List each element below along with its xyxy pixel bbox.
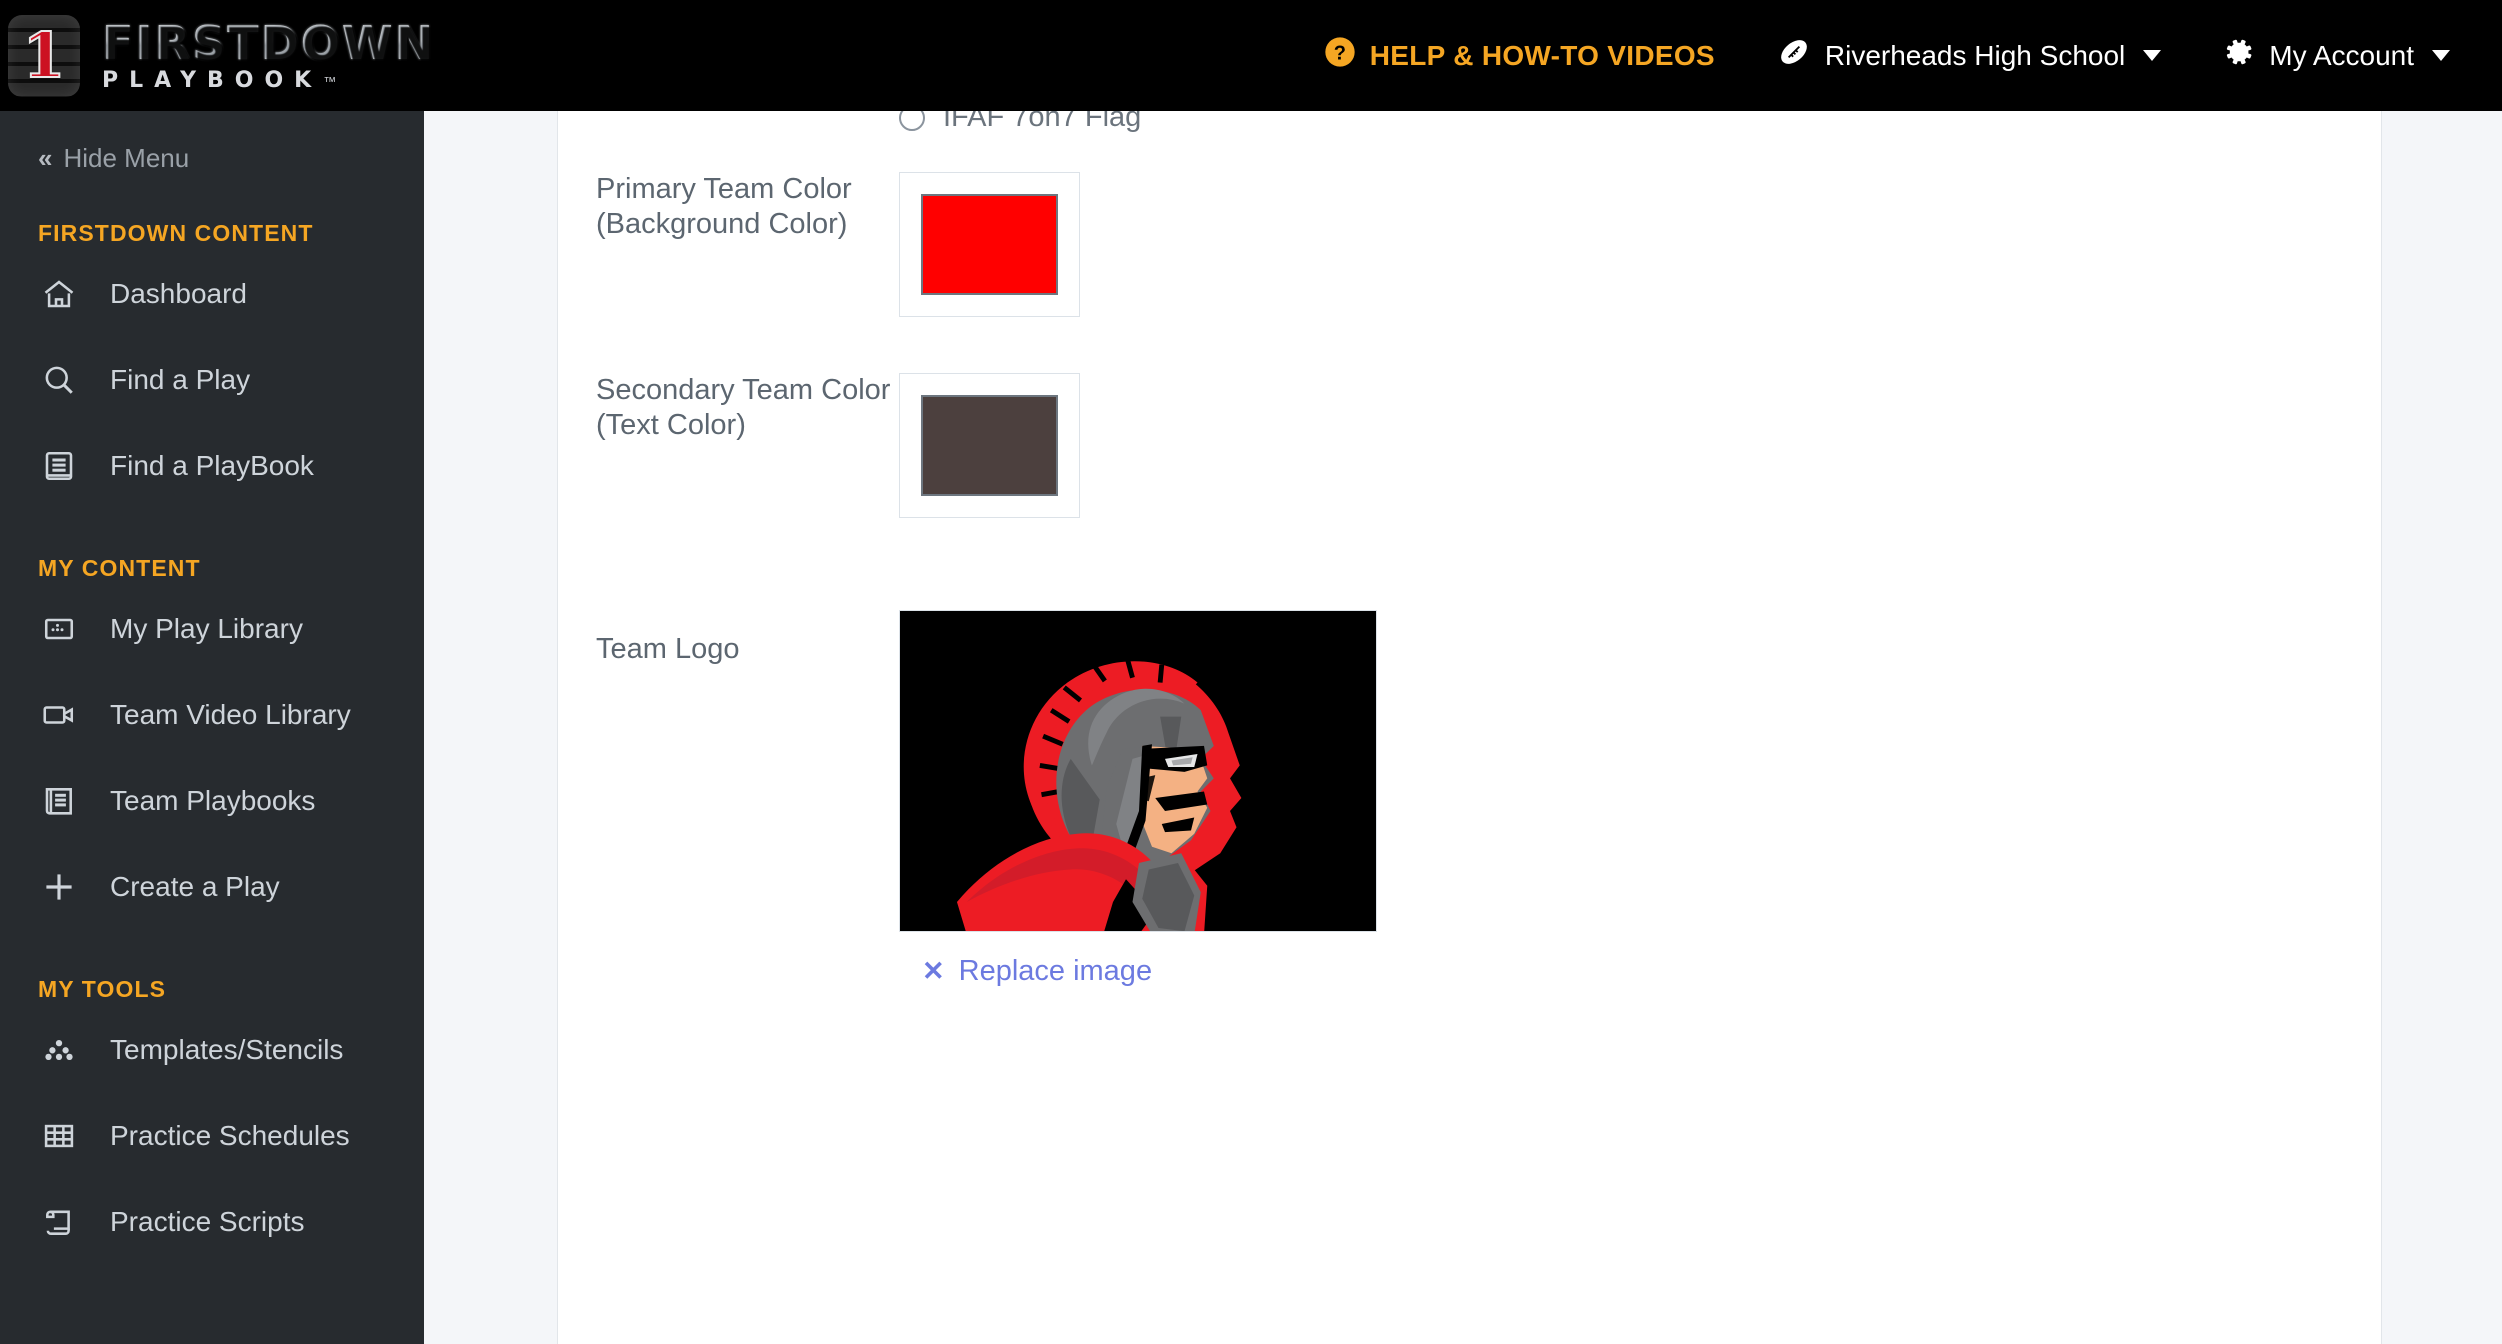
team-settings-form: IFAF 7on7 Flag Primary Team Color (Backg…: [558, 111, 2381, 1344]
book-icon: [38, 445, 80, 487]
league-type-row: IFAF 7on7 Flag: [558, 111, 2381, 134]
search-icon: [38, 359, 80, 401]
playbook-icon: [38, 780, 80, 822]
radio-label: IFAF 7on7 Flag: [943, 111, 1142, 133]
stencil-dots-icon: [38, 1029, 80, 1071]
chevron-down-icon: [2143, 50, 2162, 61]
sidebar-item-label: Team Video Library: [110, 699, 351, 730]
brand-word-bottom: PLAYBOOK: [102, 67, 323, 93]
radio-ifaf-7on7-flag[interactable]: IFAF 7on7 Flag: [899, 111, 1141, 134]
hide-menu-button[interactable]: « Hide Menu: [0, 111, 424, 174]
team-switcher-dropdown[interactable]: Riverheads High School: [1777, 35, 2162, 76]
secondary-color-picker[interactable]: [899, 373, 1080, 518]
page-gutter-right: [2381, 111, 2502, 1344]
sidebar-item-practice-schedules[interactable]: Practice Schedules: [0, 1093, 424, 1179]
video-camera-icon: [38, 694, 80, 736]
sidebar-item-label: Dashboard: [110, 278, 247, 309]
sidebar-item-templates-stencils[interactable]: Templates/Stencils: [0, 1007, 424, 1093]
sidebar-item-label: Create a Play: [110, 871, 280, 902]
plus-icon: [38, 866, 80, 908]
home-icon: [38, 273, 80, 315]
sidebar-section-firstdown-content: FIRSTDOWN CONTENT: [38, 220, 314, 246]
brand-word-top: FIRSTDOWN: [102, 15, 435, 70]
help-and-how-to-videos-link[interactable]: ? HELP & HOW-TO VIDEOS: [1324, 36, 1715, 75]
sidebar-item-label: Practice Schedules: [110, 1120, 350, 1151]
chevron-double-left-icon: «: [38, 143, 53, 173]
team-logo-image: [899, 610, 1377, 932]
badge-number: 1: [21, 18, 66, 92]
app-header: 1 FIRSTDOWN PLAYBOOK ™ ? HELP & HOW-TO V…: [0, 0, 2502, 111]
header-nav: ? HELP & HOW-TO VIDEOS Riverheads High S…: [1324, 0, 2502, 111]
sidebar-item-label: Find a PlayBook: [110, 450, 314, 481]
primary-color-picker[interactable]: [899, 172, 1080, 317]
football-icon: [1777, 35, 1811, 76]
sidebar-item-find-a-play[interactable]: Find a Play: [0, 337, 424, 423]
team-logo-label: Team Logo: [596, 633, 740, 665]
my-account-dropdown[interactable]: My Account: [2223, 36, 2450, 75]
brand-logo[interactable]: 1 FIRSTDOWN PLAYBOOK ™: [8, 0, 435, 111]
brand-wordmark: FIRSTDOWN PLAYBOOK ™: [102, 20, 435, 92]
hide-menu-label: Hide Menu: [63, 143, 190, 173]
sidebar-item-label: Find a Play: [110, 364, 251, 395]
gear-icon: [2223, 36, 2255, 75]
question-circle-icon: ?: [1324, 36, 1356, 75]
trademark-symbol: ™: [323, 74, 337, 89]
secondary-color-label: Secondary Team Color (Text Color): [596, 374, 891, 442]
radio-circle-icon[interactable]: [899, 111, 925, 131]
sidebar-item-team-video-library[interactable]: Team Video Library: [0, 672, 424, 758]
help-label: HELP & HOW-TO VIDEOS: [1369, 39, 1715, 71]
sidebar-item-team-playbooks[interactable]: Team Playbooks: [0, 758, 424, 844]
sidebar-item-dashboard[interactable]: Dashboard: [0, 251, 424, 337]
sidebar-item-my-play-library[interactable]: My Play Library: [0, 586, 424, 672]
primary-color-label: Primary Team Color (Background Color): [596, 173, 852, 241]
sidebar-item-label: Practice Scripts: [110, 1206, 305, 1237]
secondary-color-swatch[interactable]: [921, 395, 1058, 496]
grid-table-icon: [38, 1115, 80, 1157]
spartan-mascot-logo-icon: [900, 612, 1376, 931]
sidebar-item-label: My Play Library: [110, 613, 303, 644]
replace-image-label: Replace image: [958, 955, 1153, 987]
sidebar-item-practice-scripts[interactable]: Practice Scripts: [0, 1179, 424, 1265]
chevron-down-icon: [2432, 50, 2450, 61]
play-diagram-icon: [38, 608, 80, 650]
sidebar-nav: « Hide Menu FIRSTDOWN CONTENT Dashboard …: [0, 111, 424, 1344]
my-account-label: My Account: [2269, 39, 2414, 71]
sidebar-item-label: Team Playbooks: [110, 785, 316, 816]
scroll-icon: [38, 1201, 80, 1243]
team-logo-row: Team Logo ✕ Replace image: [558, 610, 2381, 988]
secondary-color-row: Secondary Team Color (Text Color): [558, 373, 2381, 518]
sidebar-section-my-tools: MY TOOLS: [38, 976, 167, 1002]
page-gutter-left: [424, 111, 558, 1344]
sidebar-section-my-content: MY CONTENT: [38, 555, 201, 581]
sidebar-item-create-a-play[interactable]: Create a Play: [0, 844, 424, 930]
replace-image-link[interactable]: ✕ Replace image: [922, 955, 1152, 988]
team-name-label: Riverheads High School: [1824, 39, 2126, 71]
firstdown-badge-icon: 1: [8, 14, 80, 97]
svg-text:?: ?: [1333, 42, 1346, 64]
close-icon: ✕: [922, 956, 945, 986]
primary-color-row: Primary Team Color (Background Color): [558, 172, 2381, 317]
sidebar-item-find-a-playbook[interactable]: Find a PlayBook: [0, 423, 424, 509]
sidebar-item-label: Templates/Stencils: [110, 1034, 344, 1065]
primary-color-swatch[interactable]: [921, 194, 1058, 295]
